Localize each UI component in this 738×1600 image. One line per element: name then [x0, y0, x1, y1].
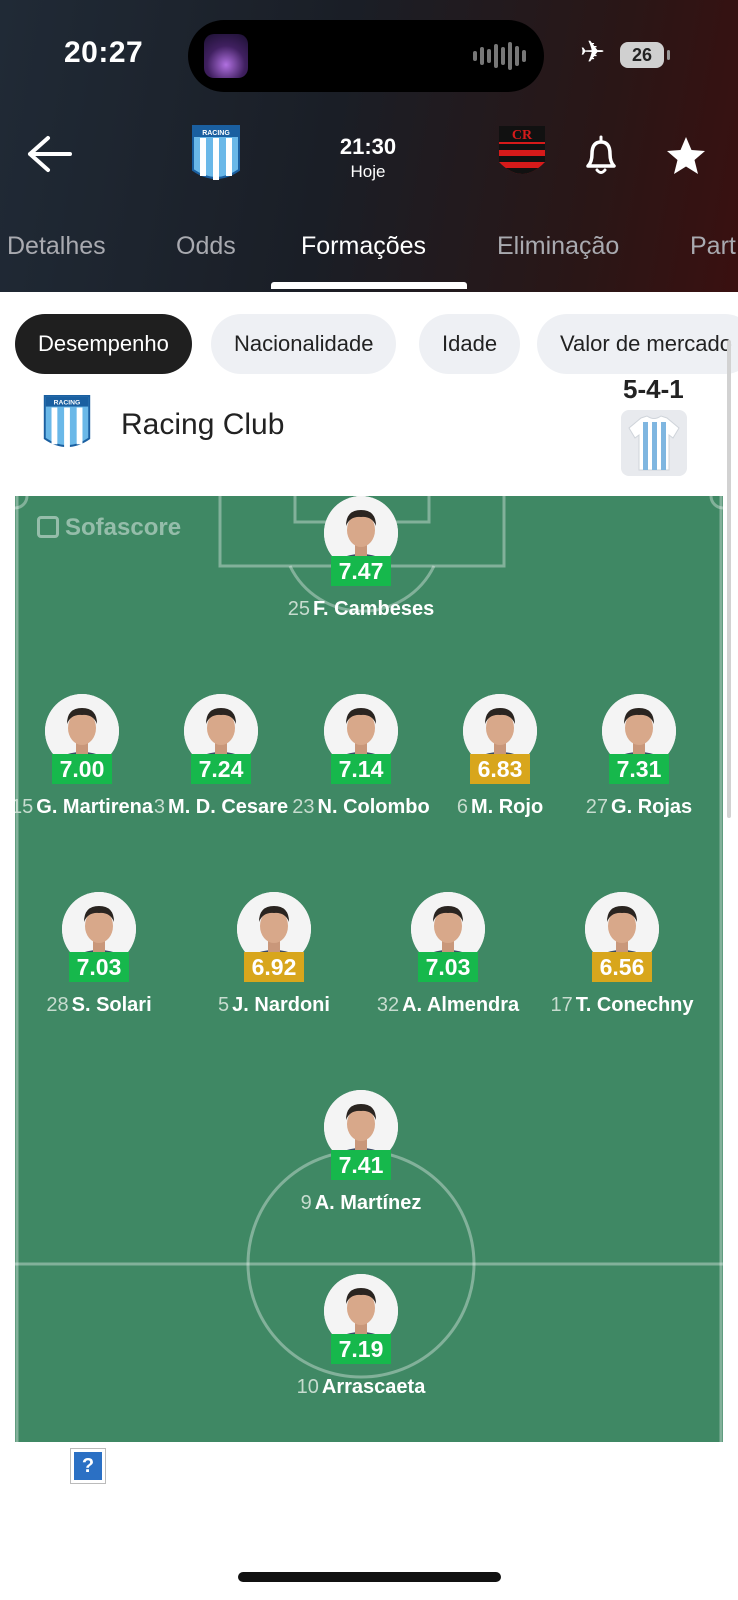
- active-tab-indicator: [271, 282, 467, 289]
- kickoff-time: 21:30: [339, 134, 397, 159]
- player-number: 27: [585, 796, 609, 818]
- racing-badge-text: RACING: [54, 400, 81, 407]
- flamengo-logo[interactable]: CR: [497, 124, 547, 184]
- ad-placeholder-icon[interactable]: ?: [70, 1448, 106, 1484]
- player-name: M. D. Cesare: [168, 796, 289, 818]
- battery-icon: 26: [620, 42, 670, 68]
- tab-eliminacao[interactable]: Eliminação: [497, 232, 619, 261]
- status-time: 20:27: [64, 36, 144, 69]
- player-label: 15 G. Martirena: [15, 794, 162, 820]
- player-label: 28 S. Solari: [19, 992, 179, 1018]
- home-indicator[interactable]: [238, 1572, 501, 1582]
- player-name: Arrascaeta: [321, 1376, 426, 1398]
- team-header: RACING Racing Club 5-4-1: [15, 374, 723, 496]
- player-number: 9: [300, 1192, 312, 1214]
- player-rating: 6.92: [244, 952, 304, 982]
- tab-formacoes[interactable]: Formações: [301, 232, 426, 261]
- team-name: Racing Club: [121, 408, 285, 441]
- player-rating: 6.56: [592, 952, 652, 982]
- player-name: T. Conechny: [575, 994, 694, 1016]
- player-label: 27 G. Rojas: [559, 794, 719, 820]
- player-rating: 7.03: [418, 952, 478, 982]
- match-header: 20:27 ✈ 26 RACING 21:30 Hoje CR Detalhes…: [0, 0, 738, 292]
- tab-odds[interactable]: Odds: [176, 232, 236, 261]
- player-number: 23: [292, 796, 315, 818]
- star-icon[interactable]: [664, 134, 708, 178]
- svg-text:CR: CR: [512, 128, 533, 143]
- player-rating: 7.03: [69, 952, 129, 982]
- player-rating: 7.41: [331, 1150, 391, 1180]
- sofascore-icon: [37, 516, 59, 538]
- player-name: M. Rojo: [470, 796, 544, 818]
- player-label: 5 J. Nardoni: [194, 992, 354, 1018]
- player-label: 23 N. Colombo: [281, 794, 441, 820]
- racing-logo-text: RACING: [202, 130, 230, 137]
- racing-club-badge: RACING: [43, 394, 91, 449]
- airplane-mode-icon: ✈: [580, 36, 606, 69]
- player-label: 10 Arrascaeta: [281, 1374, 441, 1400]
- audio-waveform-icon: [473, 40, 526, 72]
- player-name: N. Colombo: [317, 796, 430, 818]
- now-playing-artwork: [204, 34, 248, 78]
- player-label: 32 A. Almendra: [368, 992, 528, 1018]
- player-name: G. Martirena: [36, 796, 153, 818]
- player-number: 3: [153, 796, 166, 818]
- player-label: 9 A. Martínez: [281, 1190, 441, 1216]
- tab-partidas[interactable]: Part: [690, 232, 736, 261]
- dynamic-island[interactable]: [188, 20, 544, 92]
- formation-label: 5-4-1: [623, 374, 684, 404]
- player-number: 28: [46, 994, 69, 1016]
- player-number: 15: [15, 796, 34, 818]
- player-label: 3 M. D. Cesare: [141, 794, 301, 820]
- player-number: 32: [376, 994, 400, 1016]
- player-number: 5: [218, 994, 230, 1016]
- sofascore-watermark: Sofascore: [37, 514, 181, 542]
- player-rating: 7.24: [191, 754, 251, 784]
- player-name: J. Nardoni: [232, 994, 330, 1016]
- chip-idade[interactable]: Idade: [419, 314, 521, 374]
- match-day: Hoje: [350, 162, 386, 181]
- player-name: G. Rojas: [611, 796, 693, 818]
- racing-club-logo[interactable]: RACING: [191, 124, 241, 184]
- player-rating: 7.31: [609, 754, 669, 784]
- player-rating: 6.83: [470, 754, 530, 784]
- player-rating: 7.47: [331, 556, 391, 586]
- player-name: A. Almendra: [402, 994, 520, 1016]
- player-number: 25: [287, 598, 311, 620]
- pitch: Sofascore 7.47 25 F. Cambeses 7.00 15 G. Mart…: [15, 496, 723, 1442]
- player-name: S. Solari: [71, 994, 152, 1016]
- question-icon: ?: [74, 1452, 102, 1480]
- player-rating: 7.14: [331, 754, 391, 784]
- player-rating: 7.00: [52, 754, 112, 784]
- player-label: 6 M. Rojo: [420, 794, 580, 820]
- bell-icon[interactable]: [580, 132, 622, 178]
- jersey-icon[interactable]: [621, 410, 687, 476]
- player-number: 6: [456, 796, 468, 818]
- player-rating: 7.19: [331, 1334, 391, 1364]
- back-arrow-icon[interactable]: [26, 134, 72, 174]
- player-number: 10: [296, 1376, 319, 1398]
- match-tabs: Detalhes Odds Formações Eliminação Part: [0, 226, 738, 292]
- tab-detalhes[interactable]: Detalhes: [7, 232, 106, 261]
- player-name: F. Cambeses: [313, 598, 435, 620]
- scrollbar[interactable]: [727, 340, 731, 818]
- player-name: A. Martínez: [314, 1192, 422, 1214]
- player-label: 25 F. Cambeses: [281, 596, 441, 622]
- chip-desempenho[interactable]: Desempenho: [15, 314, 192, 374]
- chip-nacionalidade[interactable]: Nacionalidade: [211, 314, 397, 374]
- player-label: 17 T. Conechny: [542, 992, 702, 1018]
- player-number: 17: [550, 994, 573, 1016]
- chip-valor-de-mercado[interactable]: Valor de mercado: [537, 314, 738, 374]
